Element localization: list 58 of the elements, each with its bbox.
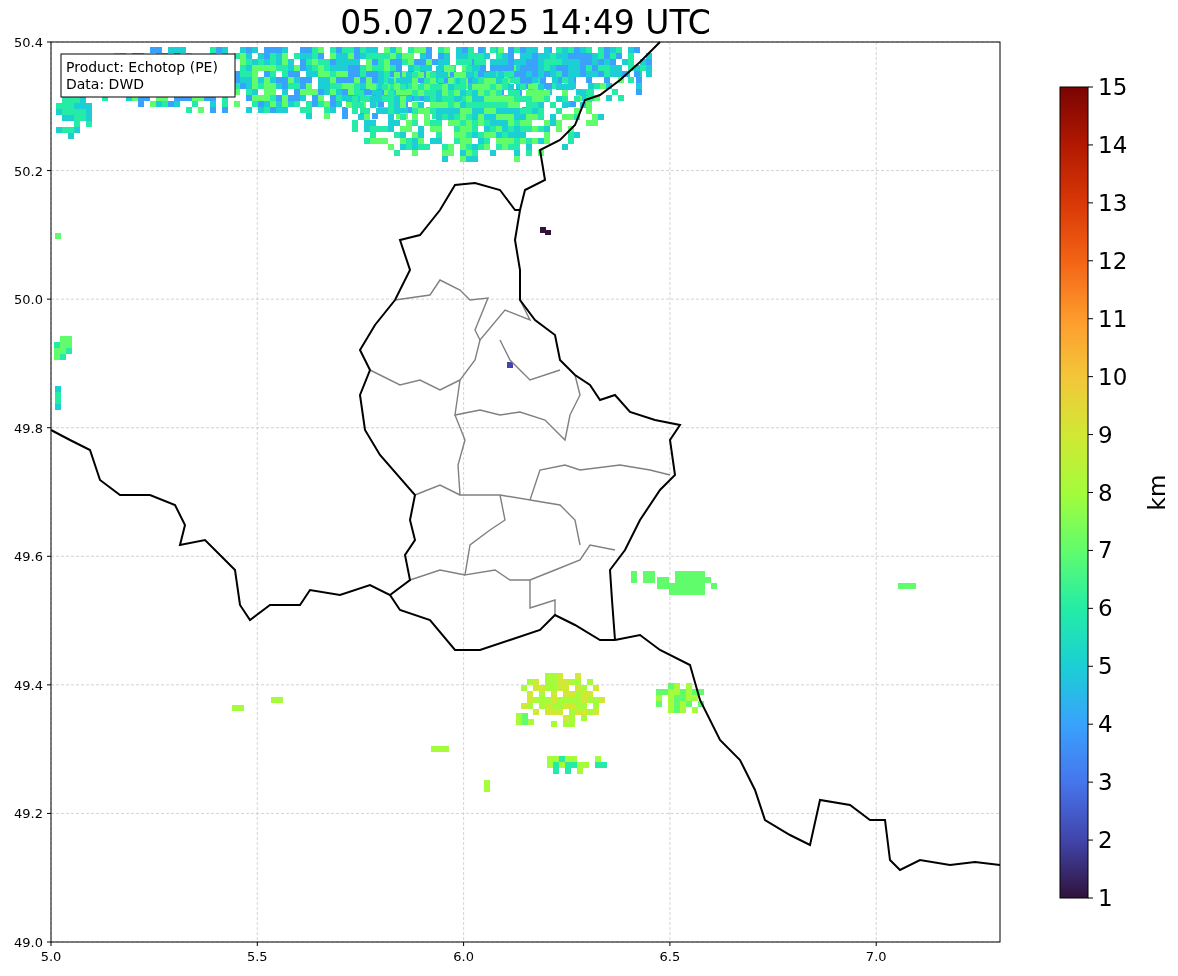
tick-mark — [46, 170, 52, 172]
tick-label: 49.4 — [14, 677, 43, 693]
figure-title: 05.07.2025 14:49 UTC — [340, 3, 711, 42]
tick-label: 49.6 — [14, 549, 43, 565]
tick-label: 7.0 — [865, 949, 887, 964]
tick-label: 49.8 — [14, 420, 43, 436]
tick-label: 5.5 — [246, 949, 268, 964]
colorbar-tick-label: 8 — [1098, 479, 1113, 506]
colorbar-tick-label: 14 — [1098, 131, 1128, 158]
colorbar-tick-label: 15 — [1098, 74, 1128, 100]
tick-mark — [46, 41, 52, 43]
colorbar-label: km — [1144, 474, 1170, 511]
tick-mark — [1087, 839, 1094, 841]
colorbar-tick-label: 9 — [1098, 421, 1113, 448]
tick-mark — [1087, 607, 1094, 609]
colorbar-tick-label: 5 — [1098, 653, 1113, 680]
colorbar-tick-label: 12 — [1098, 247, 1128, 274]
tick-label: 50.0 — [14, 292, 43, 308]
colorbar-tick-label: 4 — [1098, 711, 1113, 738]
tick-mark — [1087, 202, 1094, 204]
tick-mark — [1087, 897, 1094, 899]
tick-mark — [1087, 665, 1094, 667]
tick-mark — [46, 298, 52, 300]
tick-mark — [46, 427, 52, 429]
tick-label: 50.2 — [14, 163, 43, 179]
tick-mark — [46, 555, 52, 557]
tick-label: 5.0 — [40, 949, 62, 964]
tick-mark — [1087, 86, 1094, 88]
tick-mark — [875, 941, 877, 947]
colorbar-tick-label: 10 — [1098, 363, 1128, 390]
tick-mark — [1087, 781, 1094, 783]
colorbar-tick-label: 3 — [1098, 769, 1113, 796]
colorbar-tick-label: 2 — [1098, 827, 1113, 854]
tick-mark — [256, 941, 258, 947]
colorbar-tick-label: 13 — [1098, 189, 1128, 216]
tick-label: 49.2 — [14, 806, 43, 822]
tick-label: 6.5 — [659, 949, 681, 964]
colorbar-tick-label: 7 — [1098, 537, 1113, 564]
tick-mark — [46, 812, 52, 814]
tick-label: 6.0 — [453, 949, 474, 964]
tick-mark — [1087, 260, 1094, 262]
legend-text: Data: DWD — [66, 76, 144, 92]
tick-mark — [46, 684, 52, 686]
tick-mark — [1087, 376, 1094, 378]
tick-mark — [1087, 723, 1094, 725]
tick-mark — [669, 941, 671, 947]
tick-mark — [1087, 434, 1094, 436]
tick-label: 50.4 — [14, 35, 43, 50]
tick-mark — [1087, 318, 1094, 320]
legend-text: Product: Echotop (PE) — [66, 59, 218, 75]
colorbar-tick-label: 11 — [1098, 305, 1128, 332]
colorbar-tick-label: 1 — [1098, 885, 1113, 911]
colorbar-tick-label: 6 — [1098, 595, 1113, 622]
tick-mark — [1087, 144, 1094, 146]
tick-mark — [463, 941, 465, 947]
tick-mark — [1087, 492, 1094, 493]
tick-label: 49.0 — [14, 935, 43, 950]
tick-mark — [1087, 549, 1094, 551]
